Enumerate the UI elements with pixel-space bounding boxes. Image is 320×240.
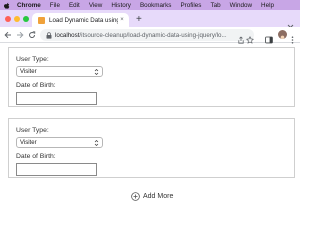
apple-icon[interactable] bbox=[4, 2, 10, 9]
browser-toolbar: localhost /itsource-cleanup/load-dynamic… bbox=[0, 27, 300, 44]
menu-help[interactable]: Help bbox=[261, 2, 274, 9]
profile-avatar[interactable] bbox=[278, 30, 287, 39]
menu-bookmarks[interactable]: Bookmarks bbox=[140, 2, 172, 9]
tab-active[interactable]: Load Dynamic Data using jQuer × bbox=[32, 13, 129, 27]
address-bar[interactable]: localhost /itsource-cleanup/load-dynamic… bbox=[40, 29, 254, 41]
lock-icon[interactable] bbox=[46, 31, 52, 39]
page-content: User Type: Visiter Date of Birth: User T… bbox=[0, 44, 300, 209]
menu-file[interactable]: File bbox=[50, 2, 60, 9]
dob-label: Date of Birth: bbox=[16, 153, 56, 160]
kebab-menu-icon[interactable] bbox=[291, 31, 295, 44]
chevron-down-icon bbox=[94, 139, 99, 149]
add-more-label: Add More bbox=[143, 193, 174, 200]
add-more-button[interactable]: Add More bbox=[131, 192, 173, 201]
menu-chrome[interactable]: Chrome bbox=[17, 2, 41, 9]
user-form-panel: User Type: Visiter Date of Birth: bbox=[8, 47, 295, 107]
menu-history[interactable]: History bbox=[111, 2, 131, 9]
plus-circle-icon bbox=[131, 192, 140, 201]
user-type-selected-value: Visiter bbox=[20, 68, 37, 75]
back-arrow-icon[interactable] bbox=[3, 30, 13, 40]
tab-close-icon[interactable]: × bbox=[118, 17, 126, 23]
url-path: /itsource-cleanup/load-dynamic-data-usin… bbox=[79, 31, 227, 39]
user-form-panel: User Type: Visiter Date of Birth: bbox=[8, 118, 295, 178]
url-host: localhost bbox=[55, 31, 80, 39]
dob-input[interactable] bbox=[16, 163, 97, 176]
menu-window[interactable]: Window bbox=[230, 2, 252, 9]
share-icon[interactable] bbox=[237, 31, 245, 44]
menu-tab[interactable]: Tab bbox=[210, 2, 220, 9]
star-icon[interactable] bbox=[245, 31, 255, 44]
user-type-label: User Type: bbox=[16, 56, 49, 63]
user-type-select[interactable]: Visiter bbox=[16, 137, 103, 148]
user-type-selected-value: Visiter bbox=[20, 139, 37, 146]
reload-icon[interactable] bbox=[27, 30, 37, 40]
favicon-icon bbox=[38, 16, 45, 24]
tab-strip: Load Dynamic Data using jQuer × + bbox=[0, 10, 300, 29]
side-panel-icon[interactable] bbox=[265, 31, 273, 44]
user-type-label: User Type: bbox=[16, 127, 49, 134]
close-window-icon[interactable] bbox=[5, 16, 11, 22]
menu-profiles[interactable]: Profiles bbox=[180, 2, 201, 9]
minimize-window-icon[interactable] bbox=[14, 16, 20, 22]
user-type-select[interactable]: Visiter bbox=[16, 66, 103, 77]
menu-view[interactable]: View bbox=[89, 2, 103, 9]
maximize-window-icon[interactable] bbox=[23, 16, 29, 22]
dob-input[interactable] bbox=[16, 92, 97, 105]
menu-edit[interactable]: Edit bbox=[69, 2, 80, 9]
forward-arrow-icon[interactable] bbox=[15, 30, 25, 40]
chevron-down-icon bbox=[94, 68, 99, 78]
tab-title: Load Dynamic Data using jQuer bbox=[49, 16, 118, 24]
new-tab-button[interactable]: + bbox=[136, 15, 142, 25]
dob-label: Date of Birth: bbox=[16, 82, 56, 89]
menu-bar: Chrome File Edit View History Bookmarks … bbox=[0, 0, 300, 10]
